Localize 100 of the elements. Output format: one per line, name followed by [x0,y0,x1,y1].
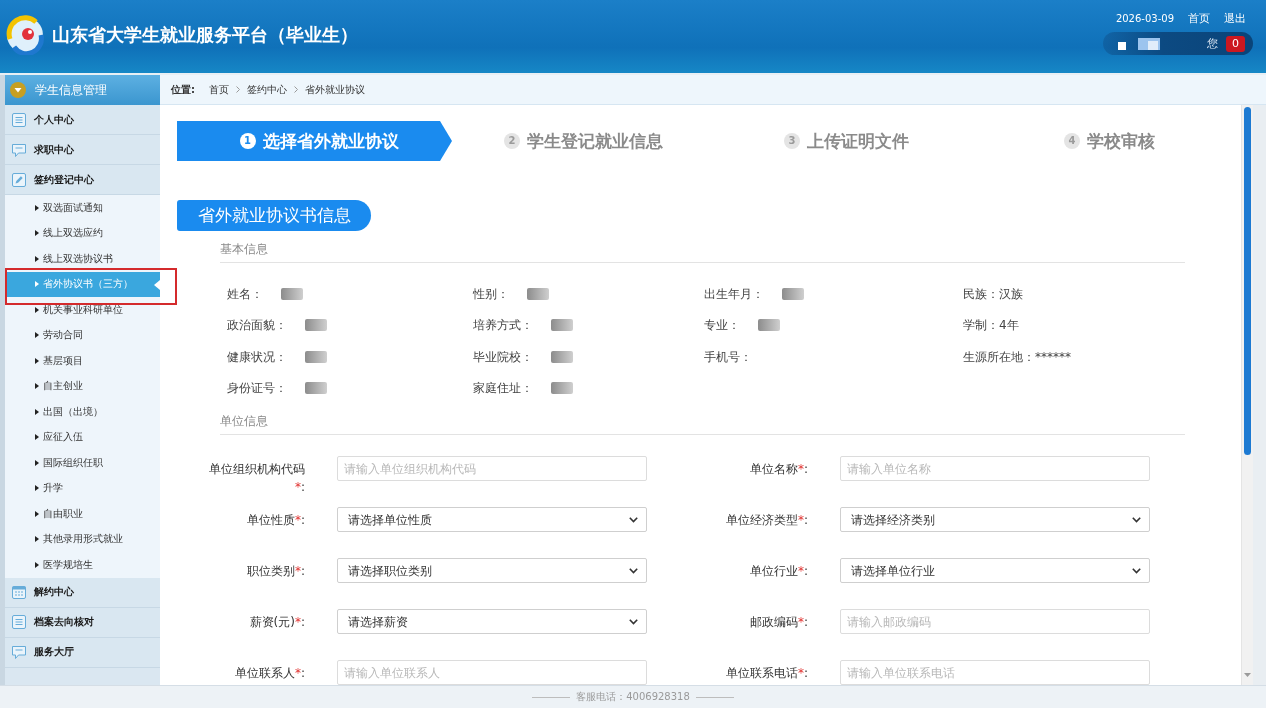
chevron-down-icon [629,567,638,574]
sidebar-subitem[interactable]: 机关事业科研单位 [5,297,160,323]
bullet-triangle-icon [35,204,39,211]
sidebar-subitem[interactable]: 自由职业 [5,501,160,527]
scrollbar[interactable] [1241,105,1253,685]
step-number: 1 [239,133,256,149]
chevron-down-icon [629,516,638,523]
scrollbar-thumb[interactable] [1244,107,1251,455]
field-value: 汉族 [999,286,1023,301]
field-value: ****** [1035,349,1071,364]
field-label: 手机号： [704,349,752,364]
down-arrow-circle-icon [10,82,26,98]
step-number: 4 [1064,133,1080,149]
sidebar-subitem[interactable]: 线上双选协议书 [5,246,160,272]
bullet-triangle-icon [35,281,39,288]
list-icon [12,615,26,629]
field-label: 家庭住址： [473,381,533,396]
chevron-down-icon [629,618,638,625]
field-label: 单位经济类型*: [724,511,808,529]
dropdown[interactable]: 请选择单位行业 [840,558,1150,583]
field-label: 单位联系电话*: [724,664,808,682]
field-label: 姓名： [227,286,263,301]
step-label: 学校审核 [1087,131,1155,151]
chat-bubble-icon [12,645,26,659]
bullet-triangle-icon [35,510,39,517]
sidebar-subitem[interactable]: 国际组织任职 [5,450,160,476]
step-label: 上传证明文件 [807,131,909,151]
header-link[interactable]: 退出 [1224,12,1246,26]
bullet-triangle-icon [35,230,39,237]
bullet-triangle-icon [35,459,39,466]
bullet-triangle-icon [35,536,39,543]
site-title: 山东省大学生就业服务平台（毕业生） [52,22,358,47]
sidebar-subitem[interactable]: 劳动合同 [5,322,160,348]
breadcrumb-label: 位置: [171,82,195,97]
bullet-triangle-icon [35,332,39,339]
field-value: 4年 [999,318,1019,333]
notification-count[interactable]: 0 [1226,35,1245,52]
list-icon [12,112,26,127]
chevron-right-icon [236,86,240,93]
input-field[interactable]: 请输入单位联系电话 [840,660,1150,685]
footer-text: 客服电话：4006928318 [576,690,690,704]
breadcrumb-current: 省外就业协议 [305,82,365,97]
field-label: 健康状况： [227,349,287,364]
step-number: 3 [784,133,800,149]
logo-icon [5,14,45,55]
edit-icon [12,172,26,187]
field-label: 生源所在地： [963,349,1035,364]
field-label: 政治面貌： [227,318,287,333]
field-label: 学制： [963,318,999,333]
sidebar-subitem[interactable]: 医学规培生 [5,552,160,578]
bullet-triangle-icon [35,561,39,568]
field-label: 邮政编码*: [748,613,808,631]
sidebar-subitem[interactable]: 应征入伍 [5,424,160,450]
field-label: 性别： [473,286,509,301]
field-label: 毕业院校： [473,349,533,364]
input-field[interactable]: 请输入单位组织机构代码 [337,456,647,481]
field-label: 民族： [963,286,999,301]
dropdown[interactable]: 请选择薪资 [337,609,647,634]
field-label: 单位联系人*: [233,664,305,682]
breadcrumb-link[interactable]: 签约中心 [247,82,287,97]
step-label: 选择省外就业协议 [262,131,399,151]
breadcrumb-link[interactable]: 首页 [209,82,229,97]
field-label: 专业： [704,318,740,333]
bullet-triangle-icon [35,434,39,441]
sidebar-subitem[interactable]: 其他录用形式就业 [5,526,160,552]
dropdown[interactable]: 请选择单位性质 [337,507,647,532]
sidebar-subitem[interactable]: 自主创业 [5,373,160,399]
bullet-triangle-icon [35,306,39,313]
section-title: 省外就业协议书信息 [177,200,371,231]
field-label: 单位行业*: [748,562,808,580]
bullet-triangle-icon [35,485,39,492]
input-field[interactable]: 请输入单位名称 [840,456,1150,481]
field-label: 单位性质*: [245,511,305,529]
chevron-down-icon [1132,567,1141,574]
dropdown[interactable]: 请选择职位类别 [337,558,647,583]
field-label: 出生年月： [704,286,764,301]
subsection-title: 单位信息 [220,414,268,428]
scroll-down-arrow-icon[interactable] [1244,673,1251,677]
field-label: 薪资(元)*: [248,613,305,631]
chat-bubble-icon [12,142,26,157]
field-label: 单位组织机构代码 *: [208,460,305,496]
bullet-triangle-icon [35,255,39,262]
sidebar-subitem[interactable]: 基层项目 [5,348,160,374]
field-label: 身份证号： [227,381,287,396]
header-link[interactable]: 首页 [1188,12,1210,26]
sidebar-subitem[interactable]: 出国（出境） [5,399,160,425]
field-label: 职位类别*: [245,562,305,580]
bullet-triangle-icon [35,408,39,415]
bullet-triangle-icon [35,383,39,390]
input-field[interactable]: 请输入单位联系人 [337,660,647,685]
chevron-right-icon [294,86,298,93]
subsection-title: 基本信息 [220,242,268,256]
sidebar-subitem[interactable]: 线上双选应约 [5,220,160,246]
input-field[interactable]: 请输入邮政编码 [840,609,1150,634]
sidebar-subitem[interactable]: 双选面试通知 [5,195,160,221]
step-number: 2 [504,133,520,149]
step-label: 学生登记就业信息 [527,131,663,151]
dropdown[interactable]: 请选择经济类别 [840,507,1150,532]
field-label: 培养方式： [473,318,533,333]
sidebar-subitem[interactable]: 升学 [5,475,160,501]
